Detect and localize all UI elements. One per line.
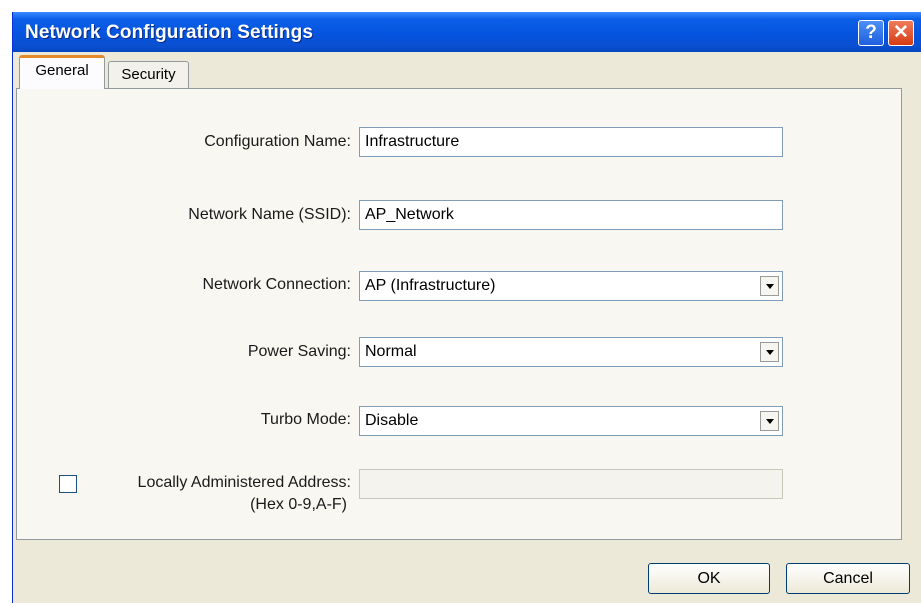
window-title: Network Configuration Settings: [25, 22, 313, 43]
laa-input[interactable]: [359, 469, 783, 499]
chevron-down-icon[interactable]: [760, 411, 779, 431]
title-bar[interactable]: Network Configuration Settings ? ✕: [13, 12, 921, 52]
tab-security[interactable]: Security: [108, 61, 189, 89]
ssid-input[interactable]: AP_Network: [359, 200, 783, 230]
power-saving-select[interactable]: Normal: [359, 337, 783, 367]
power-saving-label: Power Saving:: [247, 343, 351, 360]
turbo-mode-value: Disable: [365, 412, 419, 429]
laa-hint: (Hex 0-9,A-F): [250, 496, 347, 513]
ok-button[interactable]: OK: [648, 563, 770, 594]
close-button[interactable]: ✕: [888, 20, 914, 46]
network-connection-value: AP (Infrastructure): [365, 277, 496, 294]
config-name-label: Configuration Name:: [204, 133, 351, 150]
laa-checkbox[interactable]: [59, 475, 77, 493]
cancel-button[interactable]: Cancel: [786, 563, 910, 594]
chevron-down-icon[interactable]: [760, 342, 779, 362]
help-button[interactable]: ?: [858, 20, 884, 46]
network-connection-label: Network Connection:: [202, 276, 351, 293]
network-connection-select[interactable]: AP (Infrastructure): [359, 271, 783, 301]
config-name-input[interactable]: Infrastructure: [359, 127, 783, 157]
laa-label: Locally Administered Address:: [137, 474, 351, 491]
turbo-mode-select[interactable]: Disable: [359, 406, 783, 436]
tab-general[interactable]: General: [19, 55, 105, 89]
turbo-mode-label: Turbo Mode:: [260, 411, 351, 428]
ssid-label: Network Name (SSID):: [188, 206, 351, 223]
chevron-down-icon[interactable]: [760, 276, 779, 296]
power-saving-value: Normal: [365, 343, 417, 360]
